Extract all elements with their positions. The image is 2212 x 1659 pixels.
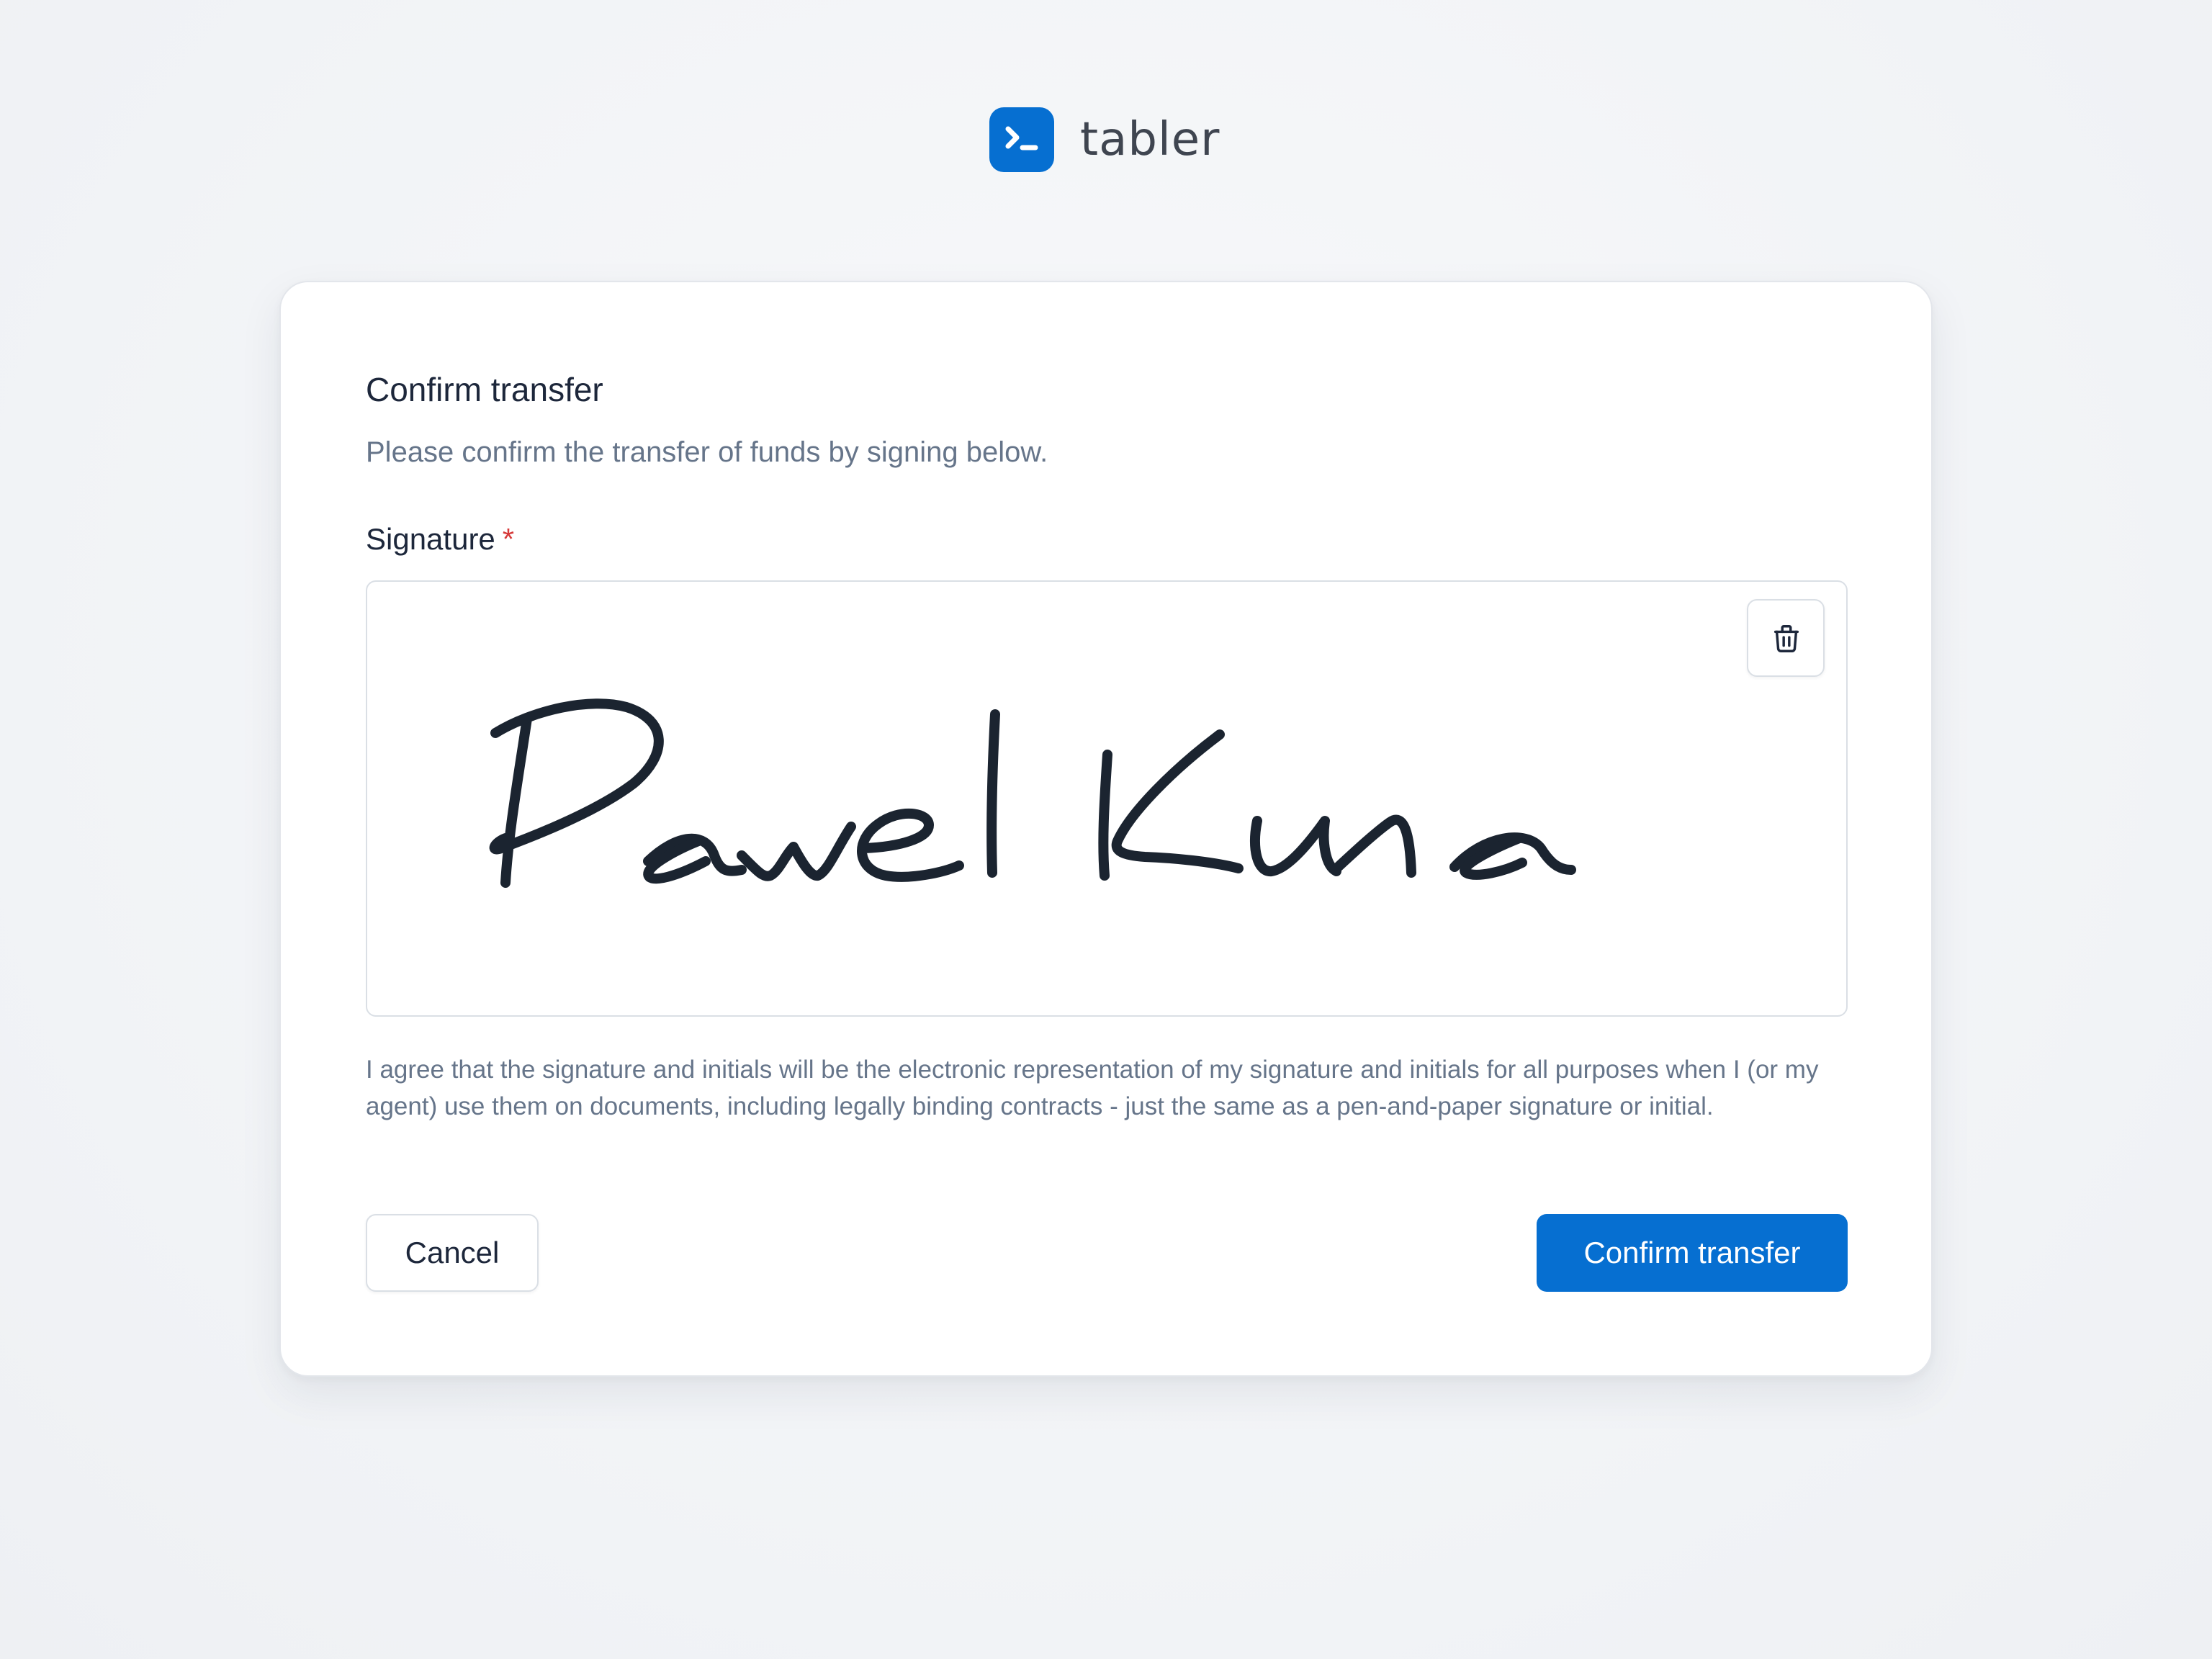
- confirm-transfer-button[interactable]: Confirm transfer: [1537, 1214, 1848, 1292]
- consent-text: I agree that the signature and initials …: [366, 1056, 1819, 1120]
- terminal-icon: [989, 107, 1054, 172]
- brand-logo[interactable]: tabler: [989, 107, 1220, 173]
- cancel-button[interactable]: Cancel: [366, 1214, 539, 1292]
- card-subtitle: Please confirm the transfer of funds by …: [366, 436, 1048, 468]
- required-marker: *: [502, 522, 515, 556]
- trash-icon: [1773, 625, 1799, 652]
- signature-label: Signature *: [366, 521, 514, 557]
- confirm-transfer-card: Confirm transfer Please confirm the tran…: [279, 281, 1933, 1377]
- card-title: Confirm transfer: [366, 371, 603, 408]
- brand-name: tabler: [1080, 113, 1220, 166]
- signature-drawing: [489, 698, 1576, 888]
- signature-label-text: Signature: [366, 522, 495, 556]
- signature-pad[interactable]: [366, 580, 1848, 1017]
- clear-signature-button[interactable]: [1747, 599, 1825, 677]
